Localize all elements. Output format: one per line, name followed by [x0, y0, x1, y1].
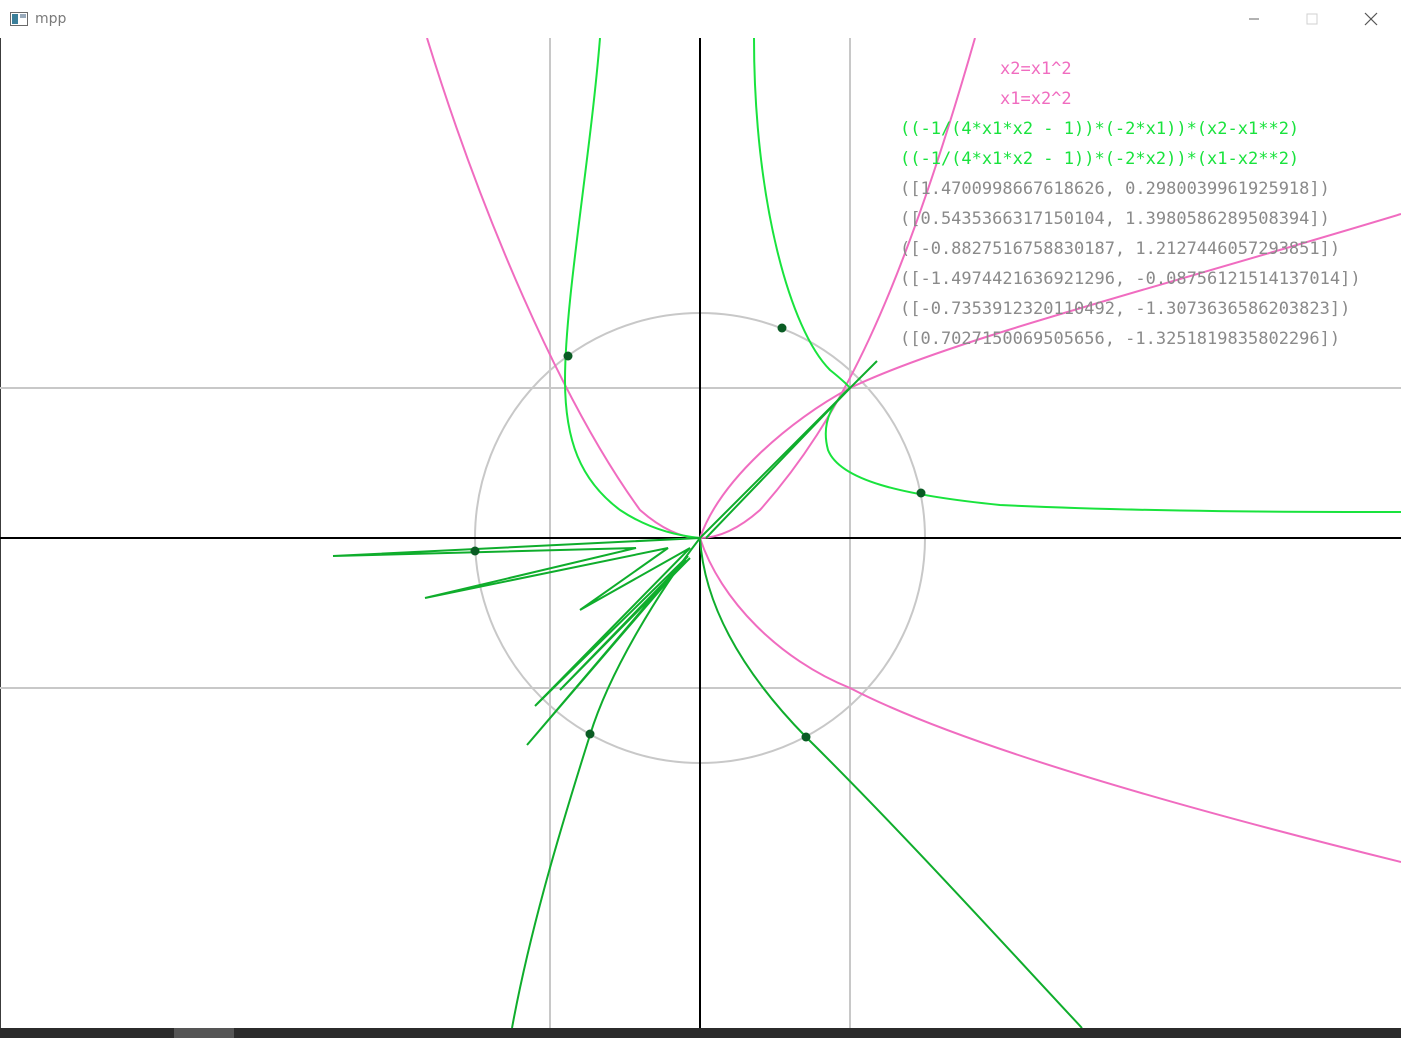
app-window: mpp x2=x1^2 x1=x2^2 ((-1/(4*x1*x2 - 1))*…: [0, 0, 1401, 1038]
legend-point-2: ([0.5435366317150104, 1.3980586289508394…: [900, 209, 1330, 229]
minimize-icon: [1249, 18, 1259, 20]
title-bar[interactable]: mpp: [0, 0, 1401, 38]
legend-curve2: x1=x2^2: [1000, 89, 1072, 109]
solution-point: [801, 732, 811, 742]
maximize-button[interactable]: [1284, 0, 1340, 38]
legend-point-1: ([1.4700998667618626, 0.2980039961925918…: [900, 179, 1330, 199]
maximize-icon: [1306, 13, 1318, 25]
legend-curve1: x2=x1^2: [1000, 59, 1072, 79]
close-icon: [1364, 12, 1378, 26]
legend-point-5: ([-0.7353912320110492, -1.30736365862038…: [900, 299, 1350, 319]
legend: x2=x1^2 x1=x2^2 ((-1/(4*x1*x2 - 1))*(-2*…: [900, 59, 1361, 349]
solution-point: [470, 546, 480, 556]
legend-newton1: ((-1/(4*x1*x2 - 1))*(-2*x1))*(x2-x1**2): [900, 119, 1299, 139]
taskbar-strip: [0, 1028, 1401, 1038]
app-window-icon: [10, 12, 28, 26]
solution-points: [470, 323, 926, 742]
solution-point: [777, 323, 787, 333]
legend-newton2: ((-1/(4*x1*x2 - 1))*(-2*x2))*(x1-x2**2): [900, 149, 1299, 169]
window-title: mpp: [35, 11, 67, 27]
plot-canvas[interactable]: x2=x1^2 x1=x2^2 ((-1/(4*x1*x2 - 1))*(-2*…: [0, 38, 1401, 1028]
solution-point: [916, 488, 926, 498]
legend-point-4: ([-1.4974421636921296, -0.08756121514137…: [900, 269, 1361, 289]
minimize-button[interactable]: [1226, 0, 1282, 38]
legend-point-3: ([-0.8827516758830187, 1.212744605729385…: [900, 239, 1340, 259]
close-button[interactable]: [1343, 0, 1399, 38]
legend-point-6: ([0.7027150069505656, -1.325181983580229…: [900, 329, 1340, 349]
solution-point: [585, 729, 595, 739]
newton-curves-dark: [332, 360, 1083, 1028]
taskbar-thumb[interactable]: [174, 1028, 234, 1038]
solution-point: [563, 351, 573, 361]
